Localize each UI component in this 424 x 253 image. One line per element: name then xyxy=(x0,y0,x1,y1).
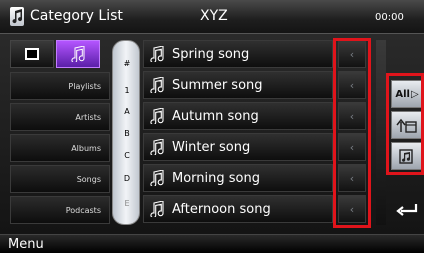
index-letter[interactable]: B xyxy=(113,129,141,138)
return-arrow-icon xyxy=(396,204,418,216)
music-note-icon xyxy=(150,201,168,217)
song-title: Afternoon song xyxy=(172,201,271,217)
category-item-songs[interactable]: Songs xyxy=(10,165,110,193)
song-row[interactable]: Morning song xyxy=(143,164,333,192)
music-note-icon xyxy=(71,46,85,62)
song-row[interactable]: Winter song xyxy=(143,133,333,161)
song-title: Autumn song xyxy=(172,108,259,124)
music-note-icon xyxy=(150,108,168,124)
music-view-button[interactable] xyxy=(56,40,100,68)
index-letter[interactable]: C xyxy=(113,151,141,160)
category-item-artists[interactable]: Artists xyxy=(10,103,110,131)
index-letter[interactable]: # xyxy=(113,59,141,68)
category-item-albums[interactable]: Albums xyxy=(10,134,110,162)
return-button[interactable] xyxy=(391,195,423,223)
music-note-icon xyxy=(150,170,168,186)
screen-title: XYZ xyxy=(200,8,228,24)
song-title: Summer song xyxy=(172,77,263,93)
list-view-button[interactable] xyxy=(10,40,54,68)
app-title: Category List xyxy=(30,8,123,24)
music-note-icon xyxy=(150,77,168,93)
clock: 00:00 xyxy=(375,12,404,23)
list-view-icon xyxy=(25,48,39,60)
category-item-playlists[interactable]: Playlists xyxy=(10,72,110,100)
index-letter[interactable]: E xyxy=(113,199,141,208)
index-letter[interactable]: A xyxy=(113,107,141,116)
music-note-icon xyxy=(150,139,168,155)
highlight-box xyxy=(386,73,424,175)
song-row[interactable]: Summer song xyxy=(143,71,333,99)
song-title: Spring song xyxy=(172,46,250,62)
music-note-icon xyxy=(150,46,168,62)
song-row[interactable]: Spring song xyxy=(143,40,333,68)
highlight-box xyxy=(333,38,371,228)
bottom-bar: Menu xyxy=(0,234,424,253)
menu-button[interactable]: Menu xyxy=(8,237,44,252)
scroll-strip[interactable] xyxy=(376,40,386,225)
index-letter[interactable]: D xyxy=(113,174,141,183)
title-bar: Category List XYZ 00:00 xyxy=(0,0,424,34)
song-row[interactable]: Afternoon song xyxy=(143,195,333,223)
music-badge-icon xyxy=(10,7,24,26)
alphabet-index-bar[interactable]: # 1 A B C D E xyxy=(112,40,140,225)
song-title: Morning song xyxy=(172,170,260,186)
index-letter[interactable]: 1 xyxy=(113,86,141,95)
category-item-podcasts[interactable]: Podcasts xyxy=(10,196,110,224)
song-row[interactable]: Autumn song xyxy=(143,102,333,130)
song-title: Winter song xyxy=(172,139,251,155)
